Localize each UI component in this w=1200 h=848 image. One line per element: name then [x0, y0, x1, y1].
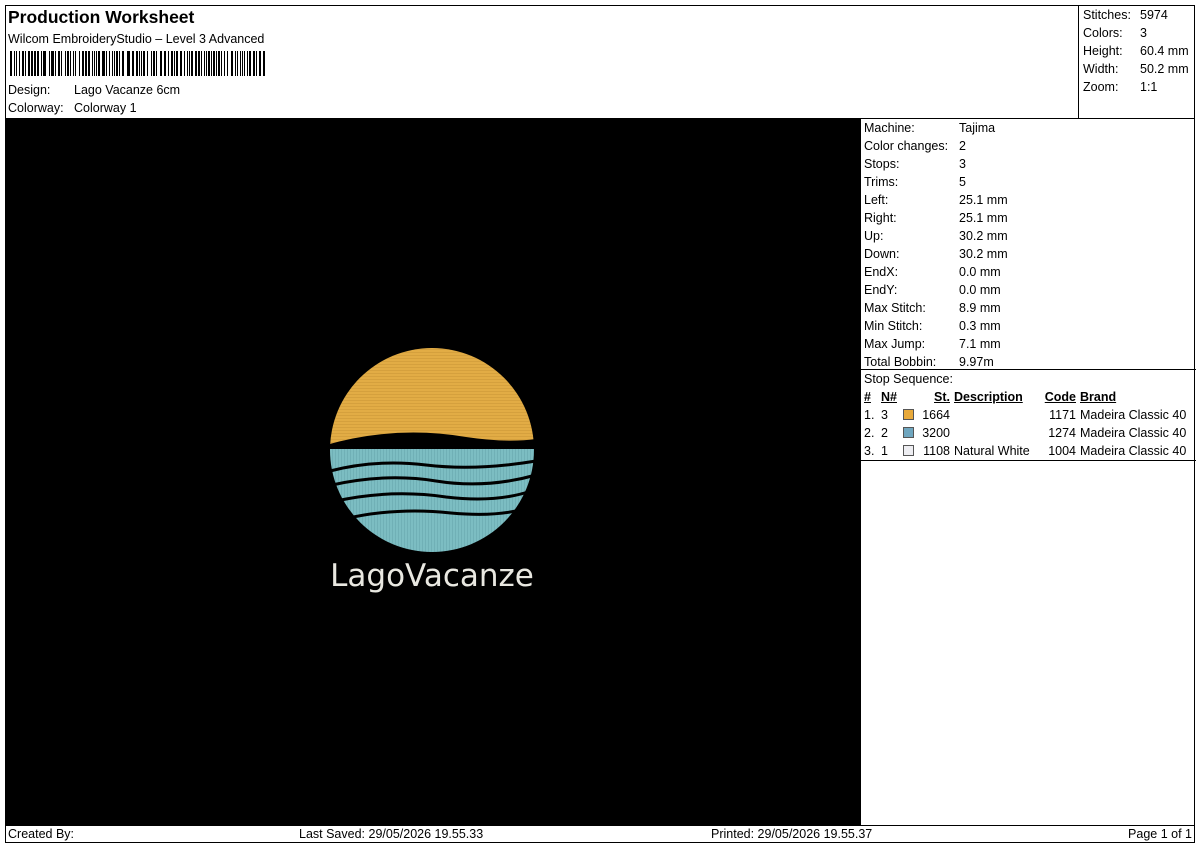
stat-height: Height: 60.4 mm: [1083, 44, 1189, 58]
header-description: Description: [954, 390, 1023, 404]
trims-row: Trims: 5: [864, 175, 966, 189]
header-stitches: St.: [934, 390, 950, 404]
header-needle: N#: [881, 390, 897, 404]
endx-row: EndX: 0.0 mm: [864, 265, 1001, 279]
max-stitch-row: Max Stitch: 8.9 mm: [864, 301, 1001, 315]
min-stitch-row: Min Stitch: 0.3 mm: [864, 319, 1001, 333]
left-row: Left: 25.1 mm: [864, 193, 1008, 207]
logo-text: LagoVacanze: [330, 558, 534, 594]
footer-printed: Printed: 29/05/2026 19.55.37: [711, 827, 873, 841]
stat-zoom: Zoom: 1:1: [1083, 80, 1158, 94]
header-index: #: [864, 390, 871, 404]
color-swatch: [903, 445, 914, 456]
down-row: Down: 30.2 mm: [864, 247, 1008, 261]
design-label: Design:: [8, 83, 51, 97]
color-swatch: [903, 409, 914, 420]
header-code: Code: [1044, 390, 1076, 404]
stat-width: Width: 50.2 mm: [1083, 62, 1189, 76]
software-name: Wilcom EmbroideryStudio – Level 3 Advanc…: [8, 32, 265, 46]
table-row: 2. 2 3200 1274 Madeira Classic 40: [864, 426, 1187, 440]
footer-page-number: Page 1 of 1: [1128, 827, 1192, 841]
design-preview: LagoVacanze: [6, 119, 860, 825]
machine-row: Machine: Tajima: [864, 121, 996, 135]
design-value: Lago Vacanze 6cm: [74, 83, 181, 97]
table-row: 3. 1 1108 Natural White 1004 Madeira Cla…: [864, 444, 1187, 458]
footer-divider: [5, 825, 1195, 826]
stop-sequence-title: Stop Sequence:: [864, 372, 953, 386]
table-bottom-divider: [861, 460, 1196, 461]
stat-colors: Colors: 3: [1083, 26, 1147, 40]
color-changes-row: Color changes: 2: [864, 139, 966, 153]
header-stats-divider: [1078, 5, 1079, 118]
worksheet-title: Production Worksheet: [8, 7, 195, 27]
barcode: [10, 51, 265, 76]
footer-last-saved: Last Saved: 29/05/2026 19.55.33: [299, 827, 484, 841]
stat-stitches: Stitches: 5974: [1083, 8, 1168, 22]
embroidery-render: LagoVacanze: [329, 348, 537, 594]
colorway-row: Colorway: Colorway 1: [8, 101, 137, 115]
info-panel: Machine: Tajima Color changes: 2 Stops: 3 T…: [860, 119, 1196, 825]
colorway-value: Colorway 1: [74, 101, 137, 115]
stops-row: Stops: 3: [864, 157, 966, 171]
header-brand: Brand: [1080, 390, 1117, 404]
right-row: Right: 25.1 mm: [864, 211, 1008, 225]
max-jump-row: Max Jump: 7.1 mm: [864, 337, 1001, 351]
stop-sequence-table: # N# St. Description Code Brand 1. 3 166…: [864, 388, 1194, 460]
table-row: 1. 3 1664 1171 Madeira Classic 40: [864, 408, 1187, 422]
up-row: Up: 30.2 mm: [864, 229, 1008, 243]
colorway-label: Colorway:: [8, 101, 64, 115]
endy-row: EndY: 0.0 mm: [864, 283, 1001, 297]
color-swatch: [903, 427, 914, 438]
stats-panel: Stitches: 5974 Colors: 3 Height: 60.4 mm Wi…: [1083, 6, 1189, 96]
footer-created-by: Created By:: [8, 827, 75, 841]
machine-info: Machine: Tajima Color changes: 2 Stops: 3 T…: [864, 119, 1008, 371]
table-header: # N# St. Description Code Brand: [864, 388, 1194, 406]
design-row: Design: Lago Vacanze 6cm: [8, 83, 180, 97]
